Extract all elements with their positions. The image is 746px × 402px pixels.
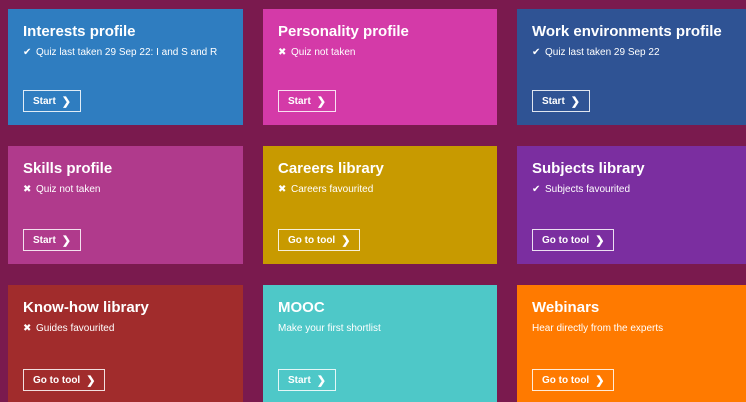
start-button[interactable]: Start ❯ bbox=[23, 90, 82, 112]
card-title: MOOC bbox=[278, 299, 325, 316]
go-to-tool-button[interactable]: Go to tool ❯ bbox=[532, 369, 615, 391]
card-interests-profile: Interests profile ✔ Quiz last taken 29 S… bbox=[8, 9, 243, 125]
card-title: Subjects library bbox=[532, 160, 645, 177]
button-label: Start bbox=[288, 374, 311, 386]
card-title: Webinars bbox=[532, 299, 600, 316]
button-label: Start bbox=[288, 95, 311, 107]
card-title: Skills profile bbox=[23, 160, 113, 177]
card-title: Careers library bbox=[278, 160, 384, 177]
cross-icon: ✖ bbox=[23, 323, 32, 334]
card-status-text: Subjects favourited bbox=[545, 184, 631, 195]
button-label: Start bbox=[542, 95, 565, 107]
check-icon: ✔ bbox=[23, 47, 32, 58]
card-status: ✖ Quiz not taken bbox=[278, 46, 482, 60]
cross-icon: ✖ bbox=[278, 184, 287, 195]
card-status-text: Quiz not taken bbox=[36, 184, 101, 195]
chevron-right-icon: ❯ bbox=[316, 374, 327, 387]
cross-icon: ✖ bbox=[23, 184, 32, 195]
chevron-right-icon: ❯ bbox=[316, 95, 327, 108]
card-status-text: Hear directly from the experts bbox=[532, 323, 664, 334]
card-skills-profile: Skills profile ✖ Quiz not taken Start ❯ bbox=[8, 146, 243, 264]
button-label: Start bbox=[33, 95, 56, 107]
chevron-right-icon: ❯ bbox=[595, 374, 605, 387]
check-icon: ✔ bbox=[532, 184, 541, 195]
chevron-right-icon: ❯ bbox=[595, 234, 605, 247]
card-status-text: Quiz not taken bbox=[291, 47, 356, 58]
card-webinars: Webinars Hear directly from the experts … bbox=[517, 285, 746, 402]
chevron-right-icon: ❯ bbox=[341, 234, 351, 247]
card-title: Work environments profile bbox=[532, 23, 722, 40]
chevron-right-icon: ❯ bbox=[61, 95, 72, 108]
card-subjects-library: Subjects library ✔ Subjects favourited G… bbox=[517, 146, 746, 264]
chevron-right-icon: ❯ bbox=[86, 374, 96, 387]
button-label: Go to tool bbox=[542, 234, 590, 246]
card-status: ✖ Guides favourited bbox=[23, 322, 228, 336]
card-status-text: Guides favourited bbox=[36, 323, 115, 334]
card-status: ✔ Subjects favourited bbox=[532, 183, 731, 197]
card-mooc: MOOC Make your first shortlist Start ❯ bbox=[263, 285, 497, 402]
card-status: ✖ Careers favourited bbox=[278, 183, 482, 197]
start-button[interactable]: Start ❯ bbox=[23, 229, 82, 251]
chevron-right-icon: ❯ bbox=[61, 234, 72, 247]
button-label: Go to tool bbox=[542, 374, 590, 386]
go-to-tool-button[interactable]: Go to tool ❯ bbox=[278, 229, 361, 251]
check-icon: ✔ bbox=[532, 47, 541, 58]
card-careers-library: Careers library ✖ Careers favourited Go … bbox=[263, 146, 497, 264]
button-label: Go to tool bbox=[288, 234, 336, 246]
go-to-tool-button[interactable]: Go to tool ❯ bbox=[532, 229, 615, 251]
tool-cards-grid: Interests profile ✔ Quiz last taken 29 S… bbox=[8, 9, 746, 402]
card-status-text: Quiz last taken 29 Sep 22: I and S and R bbox=[36, 47, 218, 58]
button-label: Go to tool bbox=[33, 374, 81, 386]
cross-icon: ✖ bbox=[278, 47, 287, 58]
button-label: Start bbox=[33, 234, 56, 246]
card-title: Interests profile bbox=[23, 23, 136, 40]
card-know-how-library: Know-how library ✖ Guides favourited Go … bbox=[8, 285, 243, 402]
card-status-text: Make your first shortlist bbox=[278, 323, 381, 334]
start-button[interactable]: Start ❯ bbox=[278, 90, 337, 112]
card-status: ✔ Quiz last taken 29 Sep 22 bbox=[532, 46, 731, 60]
go-to-tool-button[interactable]: Go to tool ❯ bbox=[23, 369, 106, 391]
card-title: Know-how library bbox=[23, 299, 149, 316]
card-work-environments-profile: Work environments profile ✔ Quiz last ta… bbox=[517, 9, 746, 125]
card-personality-profile: Personality profile ✖ Quiz not taken Sta… bbox=[263, 9, 497, 125]
chevron-right-icon: ❯ bbox=[570, 95, 581, 108]
card-status: ✔ Quiz last taken 29 Sep 22: I and S and… bbox=[23, 46, 228, 60]
start-button[interactable]: Start ❯ bbox=[278, 369, 337, 391]
start-button[interactable]: Start ❯ bbox=[532, 90, 591, 112]
card-status-text: Quiz last taken 29 Sep 22 bbox=[545, 47, 660, 58]
card-status-text: Careers favourited bbox=[291, 184, 374, 195]
card-title: Personality profile bbox=[278, 23, 409, 40]
card-status: Make your first shortlist bbox=[278, 322, 482, 336]
card-status: ✖ Quiz not taken bbox=[23, 183, 228, 197]
card-status: Hear directly from the experts bbox=[532, 322, 731, 336]
